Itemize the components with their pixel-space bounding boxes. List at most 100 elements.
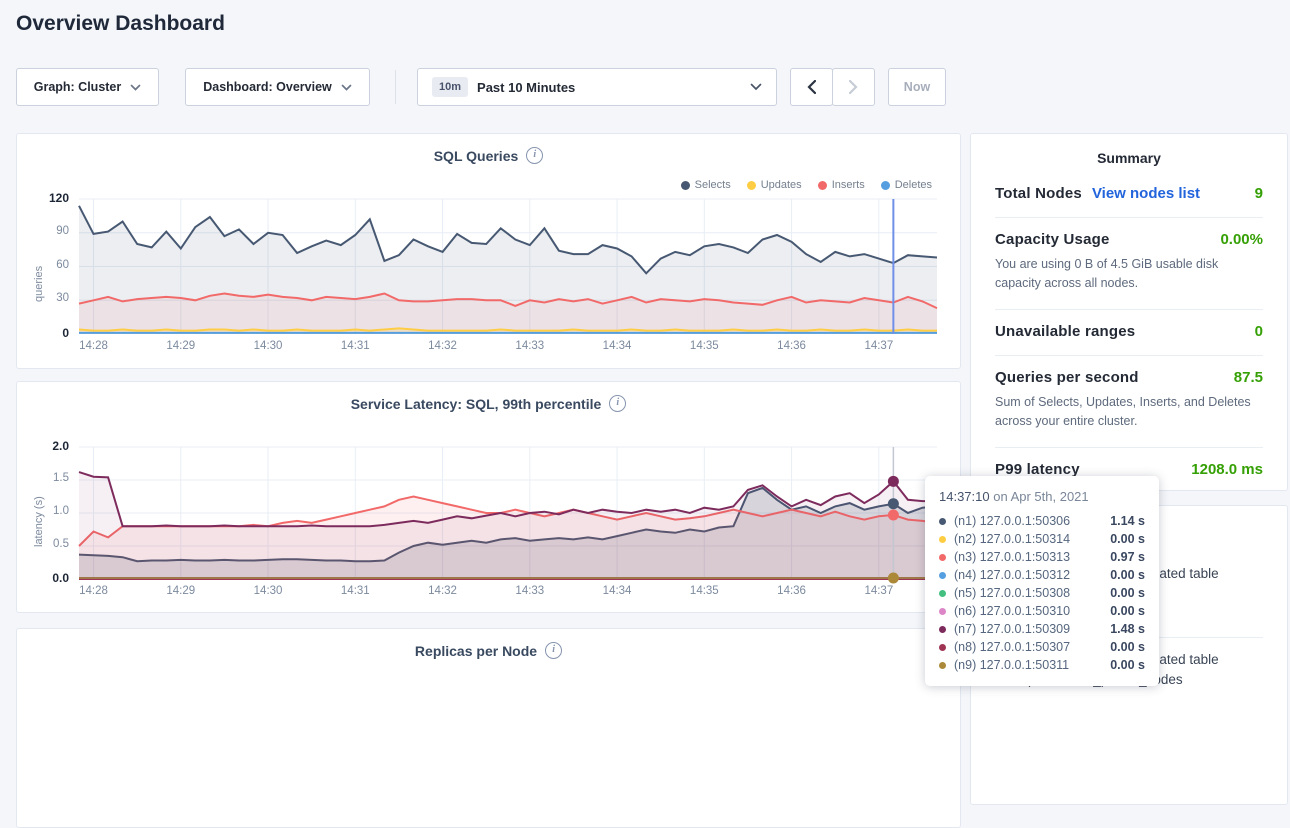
p99-latency-label: P99 latency — [995, 461, 1080, 478]
legend-label: Selects — [695, 179, 731, 191]
legend-dot — [747, 181, 756, 190]
node-address: (n6) 127.0.0.1:50310 — [954, 604, 1110, 618]
view-nodes-list-link[interactable]: View nodes list — [1092, 185, 1200, 202]
hover-point — [888, 476, 899, 487]
tooltip-date: on Apr 5th, 2021 — [990, 489, 1089, 504]
sql-queries-card: SQL Queries i SelectsUpdatesInsertsDelet… — [16, 133, 961, 369]
x-axis-tick: 14:29 — [151, 340, 211, 352]
summary-row-qps: Queries per second 87.5 Sum of Selects, … — [995, 356, 1263, 448]
latency-tooltip: 14:37:10 on Apr 5th, 2021 (n1) 127.0.0.1… — [925, 476, 1159, 686]
latency-title: Service Latency: SQL, 99th percentile — [351, 396, 602, 412]
x-axis-tick: 14:33 — [500, 585, 560, 597]
y-axis-tick: 1.0 — [17, 505, 69, 517]
replicas-title: Replicas per Node — [415, 643, 537, 659]
hover-point — [888, 509, 899, 520]
tooltip-row: (n4) 127.0.0.1:503120.00 s — [939, 566, 1145, 584]
tooltip-row: (n8) 127.0.0.1:503070.00 s — [939, 638, 1145, 656]
y-axis-tick: 90 — [17, 225, 69, 237]
x-axis-tick: 14:30 — [238, 585, 298, 597]
legend-item-updates: Updates — [747, 179, 802, 191]
replicas-card: Replicas per Node i — [16, 628, 961, 828]
node-latency-value: 0.00 s — [1110, 604, 1145, 618]
x-axis-tick: 14:37 — [849, 585, 909, 597]
info-icon[interactable]: i — [545, 642, 562, 659]
y-axis-tick: 120 — [17, 191, 69, 205]
node-address: (n5) 127.0.0.1:50308 — [954, 586, 1110, 600]
node-address: (n4) 127.0.0.1:50312 — [954, 568, 1110, 582]
y-axis-tick: 1.5 — [17, 472, 69, 484]
x-axis-tick: 14:31 — [325, 340, 385, 352]
queries-per-second-value: 87.5 — [1234, 369, 1263, 386]
sql-queries-title: SQL Queries — [434, 148, 519, 164]
tooltip-rows: (n1) 127.0.0.1:503061.14 s(n2) 127.0.0.1… — [939, 512, 1145, 674]
queries-per-second-label: Queries per second — [995, 369, 1139, 386]
tooltip-row: (n5) 127.0.0.1:503080.00 s — [939, 584, 1145, 602]
node-address: (n2) 127.0.0.1:50314 — [954, 532, 1110, 546]
now-button[interactable]: Now — [888, 68, 946, 106]
node-address: (n8) 127.0.0.1:50307 — [954, 640, 1110, 654]
chevron-right-icon — [849, 80, 858, 94]
x-axis-tick: 14:35 — [674, 340, 734, 352]
graph-dropdown-label: Graph: Cluster — [34, 80, 122, 94]
summary-panel: Summary Total Nodes View nodes list 9 Ca… — [970, 133, 1288, 491]
tooltip-row: (n6) 127.0.0.1:503100.00 s — [939, 602, 1145, 620]
node-address: (n1) 127.0.0.1:50306 — [954, 514, 1110, 528]
node-latency-value: 0.00 s — [1110, 640, 1145, 654]
node-color-dot — [939, 644, 946, 651]
x-axis-tick: 14:28 — [64, 585, 124, 597]
latency-chart[interactable]: 14:2814:2914:3014:3114:3214:3314:3414:35… — [17, 440, 960, 605]
node-latency-value: 0.00 s — [1110, 532, 1145, 546]
x-axis-tick: 14:28 — [64, 340, 124, 352]
unavailable-ranges-value: 0 — [1255, 323, 1263, 340]
prev-time-button[interactable] — [790, 68, 833, 106]
capacity-usage-label: Capacity Usage — [995, 231, 1110, 248]
info-icon[interactable]: i — [609, 395, 626, 412]
summary-row-unavailable: Unavailable ranges 0 — [995, 310, 1263, 356]
p99-latency-value: 1208.0 ms — [1191, 461, 1263, 478]
x-axis-tick: 14:33 — [500, 340, 560, 352]
chevron-down-icon — [750, 83, 762, 91]
graph-dropdown[interactable]: Graph: Cluster — [16, 68, 159, 106]
x-axis-tick: 14:36 — [762, 340, 822, 352]
node-address: (n3) 127.0.0.1:50313 — [954, 550, 1110, 564]
page-title: Overview Dashboard — [16, 12, 225, 36]
node-address: (n9) 127.0.0.1:50311 — [954, 658, 1110, 672]
node-color-dot — [939, 518, 946, 525]
x-axis-tick: 14:29 — [151, 585, 211, 597]
x-axis-tick: 14:35 — [674, 585, 734, 597]
legend-dot — [818, 181, 827, 190]
latency-card: Service Latency: SQL, 99th percentile i … — [16, 381, 961, 613]
legend-dot — [881, 181, 890, 190]
node-latency-value: 0.97 s — [1110, 550, 1145, 564]
info-icon[interactable]: i — [526, 147, 543, 164]
hover-point — [888, 573, 899, 584]
dashboard-dropdown-label: Dashboard: Overview — [203, 80, 332, 94]
x-axis-tick: 14:31 — [325, 585, 385, 597]
capacity-usage-value: 0.00% — [1220, 231, 1263, 248]
legend-item-deletes: Deletes — [881, 179, 932, 191]
legend-dot — [681, 181, 690, 190]
sql-queries-plot[interactable] — [17, 192, 960, 360]
chevron-down-icon — [341, 84, 352, 91]
tooltip-row: (n7) 127.0.0.1:503091.48 s — [939, 620, 1145, 638]
sql-queries-chart[interactable]: 14:2814:2914:3014:3114:3214:3314:3414:35… — [17, 192, 960, 360]
x-axis-tick: 14:30 — [238, 340, 298, 352]
total-nodes-label: Total Nodes — [995, 185, 1082, 202]
y-axis-tick: 2.0 — [17, 439, 69, 453]
legend-label: Deletes — [895, 179, 932, 191]
unavailable-ranges-label: Unavailable ranges — [995, 323, 1135, 340]
dashboard-dropdown[interactable]: Dashboard: Overview — [185, 68, 370, 106]
x-axis-tick: 14:36 — [762, 585, 822, 597]
node-latency-value: 1.48 s — [1110, 622, 1145, 636]
time-range-selector[interactable]: 10m Past 10 Minutes — [417, 68, 777, 106]
node-color-dot — [939, 572, 946, 579]
x-axis-tick: 14:32 — [413, 585, 473, 597]
chevron-down-icon — [130, 84, 141, 91]
next-time-button[interactable] — [832, 68, 875, 106]
sql-latency-plot[interactable] — [17, 440, 960, 605]
x-axis-tick: 14:34 — [587, 340, 647, 352]
node-color-dot — [939, 590, 946, 597]
node-latency-value: 0.00 s — [1110, 658, 1145, 672]
node-color-dot — [939, 662, 946, 669]
chevron-left-icon — [807, 80, 816, 94]
